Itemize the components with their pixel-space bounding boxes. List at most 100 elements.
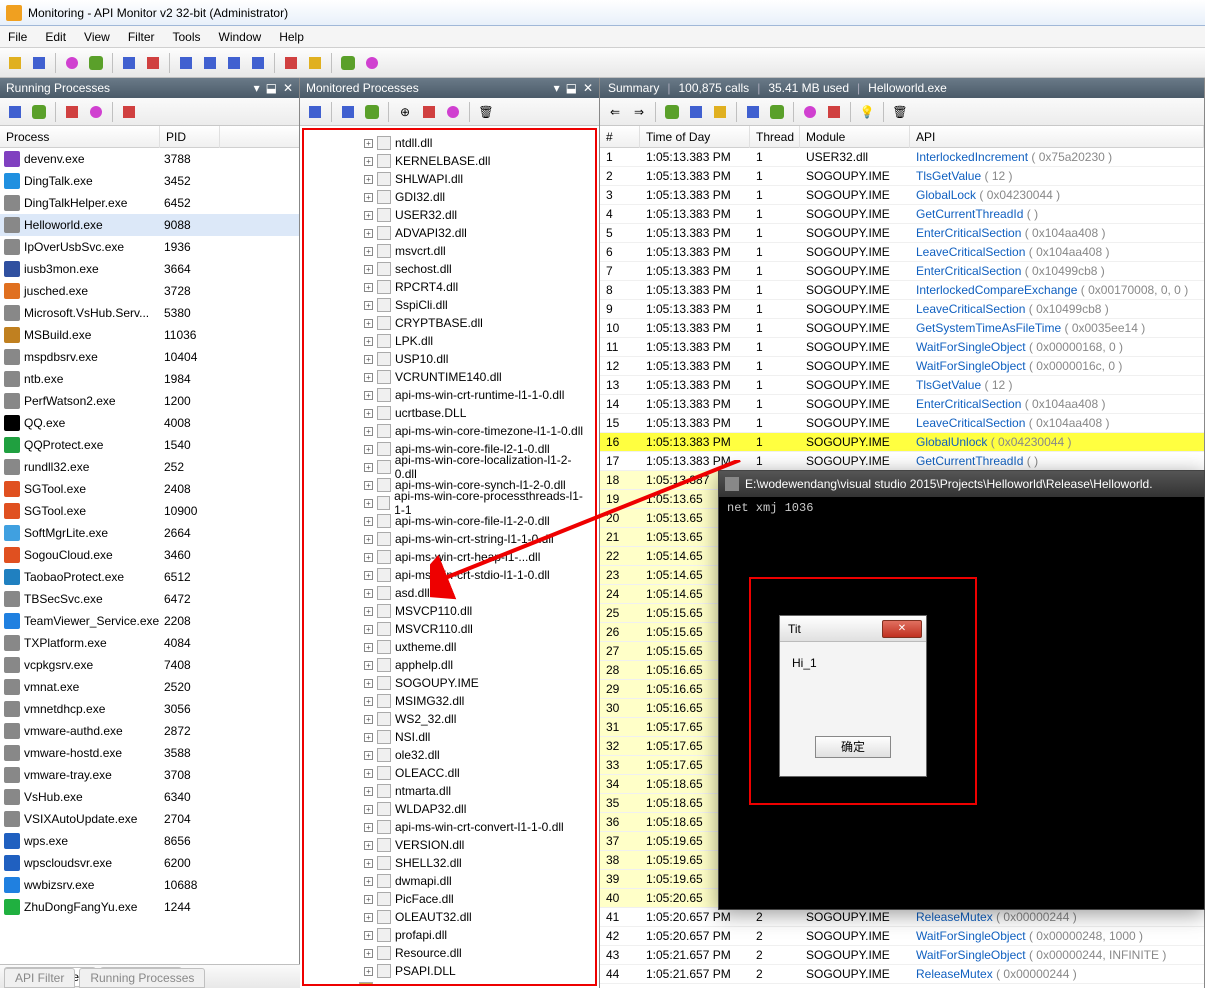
process-row[interactable]: TaobaoProtect.exe6512 (0, 566, 299, 588)
process-row[interactable]: ZhuDongFangYu.exe1244 (0, 896, 299, 918)
menu-tools[interactable]: Tools (173, 30, 201, 44)
tab-api-filter[interactable]: API Filter (4, 968, 75, 988)
menu-filter[interactable]: Filter (128, 30, 155, 44)
sum-next-icon[interactable]: ⇒ (628, 101, 650, 123)
expand-icon[interactable]: + (364, 643, 373, 652)
module-item[interactable]: +Resource.dll (308, 944, 591, 962)
module-item[interactable]: +NSI.dll (308, 728, 591, 746)
module-item[interactable]: +ucrtbase.DLL (308, 404, 591, 422)
expand-icon[interactable]: + (364, 571, 373, 580)
process-row[interactable]: iusb3mon.exe3664 (0, 258, 299, 280)
expand-icon[interactable]: + (364, 859, 373, 868)
proc-kill-icon[interactable] (118, 101, 140, 123)
expand-icon[interactable]: + (364, 679, 373, 688)
pane-dropdown-icon[interactable]: ▾ (254, 81, 260, 95)
process-row[interactable]: DingTalkHelper.exe6452 (0, 192, 299, 214)
module-item[interactable]: +USP10.dll (308, 350, 591, 368)
module-item[interactable]: +api-ms-win-crt-runtime-l1-1-0.dll (308, 386, 591, 404)
process-row[interactable]: TeamViewer_Service.exe2208 (0, 610, 299, 632)
sum-prev-icon[interactable]: ⇐ (604, 101, 626, 123)
process-row[interactable]: IpOverUsbSvc.exe1936 (0, 236, 299, 258)
expand-icon[interactable]: + (364, 625, 373, 634)
process-row[interactable]: MSBuild.exe11036 (0, 324, 299, 346)
tb-pause-icon[interactable] (61, 52, 83, 74)
module-item[interactable]: +VCRUNTIME140.dll (308, 368, 591, 386)
api-row[interactable]: 101:05:13.383 PM1SOGOUPY.IMEGetSystemTim… (600, 319, 1204, 338)
process-row[interactable]: rundll32.exe252 (0, 456, 299, 478)
pane-close-icon[interactable]: ✕ (283, 81, 293, 95)
api-row[interactable]: 141:05:13.383 PM1SOGOUPY.IMEEnterCritica… (600, 395, 1204, 414)
expand-icon[interactable]: + (364, 661, 373, 670)
process-row[interactable]: vcpkgsrv.exe7408 (0, 654, 299, 676)
menu-file[interactable]: File (8, 30, 27, 44)
process-row[interactable]: SogouCloud.exe3460 (0, 544, 299, 566)
module-item[interactable]: +api-ms-win-crt-string-l1-1-0.dll (308, 530, 591, 548)
module-item[interactable]: +SHLWAPI.dll (308, 170, 591, 188)
tb-save-icon[interactable] (28, 52, 50, 74)
proc-monitor-icon[interactable] (61, 101, 83, 123)
pane-pin-icon[interactable]: ⬓ (266, 81, 277, 95)
api-row[interactable]: 21:05:13.383 PM1SOGOUPY.IMETlsGetValue (… (600, 167, 1204, 186)
module-item[interactable]: +ole32.dll (308, 746, 591, 764)
ok-button[interactable]: 确定 (815, 736, 891, 758)
message-box[interactable]: Tit ✕ Hi_1 确定 (779, 615, 927, 777)
module-item[interactable]: +SspiCli.dll (308, 296, 591, 314)
module-item[interactable]: +MSIMG32.dll (308, 692, 591, 710)
console-window[interactable]: E:\wodewendang\visual studio 2015\Projec… (718, 470, 1205, 910)
expand-icon[interactable]: + (364, 949, 373, 958)
module-item[interactable]: +VERSION.dll (308, 836, 591, 854)
proc-refresh-icon[interactable] (4, 101, 26, 123)
expand-icon[interactable]: + (364, 337, 373, 346)
module-item[interactable]: +SHELL32.dll (308, 854, 591, 872)
col-time[interactable]: Time of Day (640, 126, 750, 148)
module-item[interactable]: +api-ms-win-core-timezone-l1-1-0.dll (308, 422, 591, 440)
api-row[interactable]: 411:05:20.657 PM2SOGOUPY.IMEReleaseMutex… (600, 908, 1204, 927)
tab-running-processes[interactable]: Running Processes (79, 968, 205, 988)
process-row[interactable]: SoftMgrLite.exe2664 (0, 522, 299, 544)
module-item[interactable]: +ADVAPI32.dll (308, 224, 591, 242)
tb-find-icon[interactable] (304, 52, 326, 74)
api-row[interactable]: 31:05:13.383 PM1SOGOUPY.IMEGlobalLock ( … (600, 186, 1204, 205)
process-row[interactable]: SGTool.exe2408 (0, 478, 299, 500)
process-row[interactable]: wwbizsrv.exe10688 (0, 874, 299, 896)
module-item[interactable]: +asd.dll (308, 584, 591, 602)
module-item[interactable]: +dwmapi.dll (308, 872, 591, 890)
col-api[interactable]: API (910, 126, 1204, 148)
sum-export-icon[interactable] (766, 101, 788, 123)
expand-icon[interactable]: + (364, 247, 373, 256)
tb-window2-icon[interactable] (199, 52, 221, 74)
module-item[interactable]: +PicFace.dll (308, 890, 591, 908)
process-row[interactable]: vmware-authd.exe2872 (0, 720, 299, 742)
module-item[interactable]: +apphelp.dll (308, 656, 591, 674)
expand-icon[interactable]: + (364, 931, 373, 940)
expand-icon[interactable]: + (364, 355, 373, 364)
expand-icon[interactable]: + (364, 733, 373, 742)
module-item[interactable]: +OLEAUT32.dll (308, 908, 591, 926)
message-box-header[interactable]: Tit ✕ (780, 616, 926, 642)
expand-icon[interactable]: + (364, 481, 373, 490)
process-row[interactable]: QQ.exe4008 (0, 412, 299, 434)
api-row[interactable]: 441:05:21.657 PM2SOGOUPY.IMEReleaseMutex… (600, 965, 1204, 984)
module-item[interactable]: +LPK.dll (308, 332, 591, 350)
api-row[interactable]: 51:05:13.383 PM1SOGOUPY.IMEEnterCritical… (600, 224, 1204, 243)
process-row[interactable]: SGTool.exe10900 (0, 500, 299, 522)
expand-icon[interactable]: + (364, 787, 373, 796)
tb-clear-icon[interactable] (280, 52, 302, 74)
api-row[interactable]: 41:05:13.383 PM1SOGOUPY.IMEGetCurrentThr… (600, 205, 1204, 224)
expand-icon[interactable]: + (364, 823, 373, 832)
sum-trash-icon[interactable]: 🗑 (889, 101, 911, 123)
mon-trash-icon[interactable]: 🗑 (475, 101, 497, 123)
process-row[interactable]: devenv.exe3788 (0, 148, 299, 170)
api-row[interactable]: 91:05:13.383 PM1SOGOUPY.IMELeaveCritical… (600, 300, 1204, 319)
menu-view[interactable]: View (84, 30, 110, 44)
expand-icon[interactable]: + (364, 895, 373, 904)
module-item[interactable]: +api-ms-win-crt-convert-l1-1-0.dll (308, 818, 591, 836)
expand-icon[interactable]: + (364, 211, 373, 220)
process-row[interactable]: jusched.exe3728 (0, 280, 299, 302)
module-item[interactable]: +OLEACC.dll (308, 764, 591, 782)
module-item[interactable]: +msvcrt.dll (308, 242, 591, 260)
api-row[interactable]: 11:05:13.383 PM1USER32.dllInterlockedInc… (600, 148, 1204, 167)
module-item[interactable]: +api-ms-win-core-processthreads-l1-1-1 (308, 494, 591, 512)
module-item[interactable]: +WS2_32.dll (308, 710, 591, 728)
api-row[interactable]: 131:05:13.383 PM1SOGOUPY.IMETlsGetValue … (600, 376, 1204, 395)
